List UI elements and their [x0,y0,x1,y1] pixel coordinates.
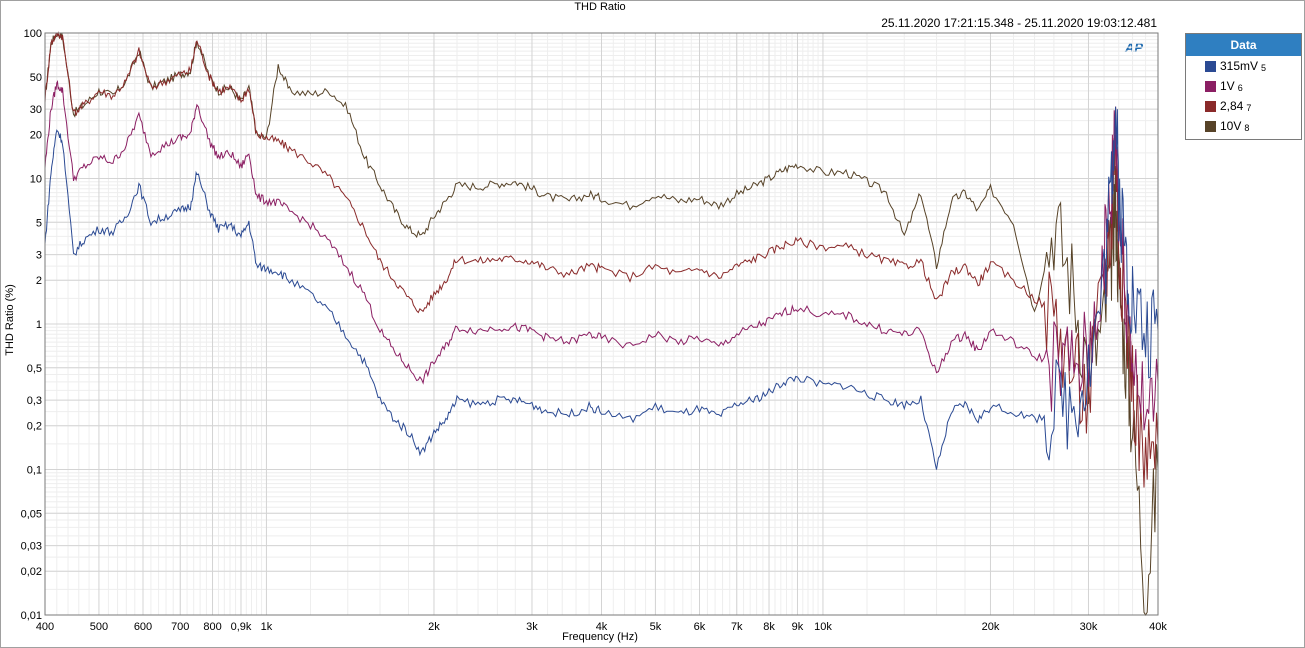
legend-label: 10V [1220,119,1242,133]
legend-label: 2,84 [1220,99,1244,113]
y-tick-label: 0,05 [21,508,42,520]
y-tick-label: 0,1 [27,465,42,477]
legend-item: 315mV 5 [1186,56,1301,76]
legend-swatch [1205,80,1216,92]
grid-lines [44,32,1159,616]
y-tick-label: 20 [30,130,42,142]
legend-item: 10V 8 [1186,116,1301,136]
legend-sublabel: 7 [1246,103,1252,113]
legend: Data 315mV 5 1V 6 2,84 7 10V 8 [1185,33,1302,140]
y-tick-label: 0,03 [21,541,42,553]
legend-title: Data [1186,34,1301,56]
legend-label: 1V [1220,79,1235,93]
legend-label: 315mV [1220,59,1259,73]
y-tick-label: 10 [30,174,42,186]
y-tick-label: 3 [36,250,42,262]
y-tick-label: 30 [30,104,42,116]
x-axis-label: Frequency (Hz) [562,631,638,643]
y-tick-label: 50 [30,72,42,84]
y-tick-label: 1 [36,319,42,331]
legend-item: 1V 6 [1186,76,1301,96]
thd-ratio-chart: 400 500 600 700 800 0,9k 1k 2k 3k 4k 5k 6k 7k 8k 9k 10k… [21,28,1168,633]
legend-sublabel: 8 [1244,123,1250,133]
y-tick-label: 5 [36,217,42,229]
y-tick-label: 100 [24,28,42,40]
legend-swatch [1205,60,1216,72]
y-tick-label: 0,2 [27,421,42,433]
legend-item: 2,84 7 [1186,96,1301,116]
legend-sublabel: 6 [1237,83,1243,93]
legend-swatch [1205,120,1216,132]
legend-sublabel: 5 [1261,63,1267,73]
y-tick-label: 2 [36,275,42,287]
y-tick-label: 0,01 [21,610,42,622]
legend-items: 315mV 5 1V 6 2,84 7 10V 8 [1186,56,1301,136]
y-tick-label: 0,3 [27,395,42,407]
y-tick-label: 0,02 [21,566,42,578]
legend-swatch [1205,100,1216,112]
y-axis-label: THD Ratio (%) [4,284,16,356]
y-tick-label: 0,5 [27,363,42,375]
